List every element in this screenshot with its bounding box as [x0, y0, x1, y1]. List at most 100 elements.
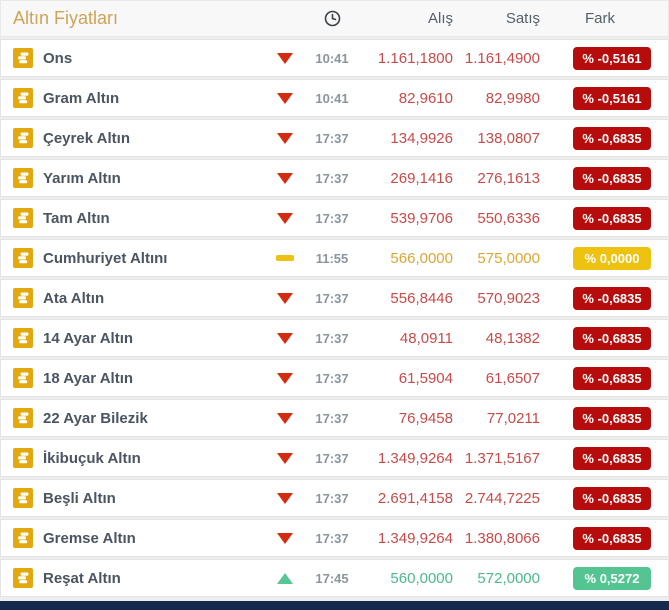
trend-icon — [277, 173, 293, 184]
buy-price: 61,5904 — [362, 370, 457, 387]
table-row[interactable]: Gremse Altın 17:37 1.349,9264 1.380,8066… — [0, 519, 669, 557]
table-row[interactable]: Ata Altın 17:37 556,8446 570,9023 % -0,6… — [0, 279, 669, 317]
clock-icon — [324, 10, 341, 27]
change-badge: % -0,6835 — [573, 287, 651, 310]
gold-coin-icon — [13, 168, 33, 188]
table-row[interactable]: 22 Ayar Bilezik 17:37 76,9458 77,0211 % … — [0, 399, 669, 437]
change-badge: % -0,6835 — [573, 407, 651, 430]
buy-price: 560,0000 — [362, 570, 457, 587]
widget-title: Altın Fiyatları — [13, 8, 268, 29]
buy-price: 539,9706 — [362, 210, 457, 227]
table-row[interactable]: Reşat Altın 17:45 560,0000 572,0000 % 0,… — [0, 559, 669, 597]
trend-icon — [277, 493, 293, 504]
buy-price: 1.161,1800 — [362, 50, 457, 67]
sell-price: 1.371,5167 — [457, 450, 542, 467]
gold-coin-icon — [13, 408, 33, 428]
sell-price: 2.744,7225 — [457, 490, 542, 507]
update-time: 10:41 — [302, 51, 362, 66]
buy-price: 1.349,9264 — [362, 450, 457, 467]
update-time: 17:37 — [302, 331, 362, 346]
table-row[interactable]: Çeyrek Altın 17:37 134,9926 138,0807 % -… — [0, 119, 669, 157]
instrument-name: Cumhuriyet Altını — [43, 250, 268, 267]
change-badge: % -0,6835 — [573, 327, 651, 350]
instrument-name: Ata Altın — [43, 290, 268, 307]
change-badge: % -0,6835 — [573, 167, 651, 190]
gold-coin-icon — [13, 328, 33, 348]
sell-price: 61,6507 — [457, 370, 542, 387]
buy-price: 269,1416 — [362, 170, 457, 187]
instrument-name: Tam Altın — [43, 210, 268, 227]
column-header-change: Fark — [542, 10, 668, 27]
sell-price: 572,0000 — [457, 570, 542, 587]
buy-price: 1.349,9264 — [362, 530, 457, 547]
table-header: Altın Fiyatları Alış Satış Fark — [0, 0, 669, 37]
column-header-buy: Alış — [362, 10, 457, 27]
footer-bar — [0, 601, 669, 610]
gold-coin-icon — [13, 448, 33, 468]
table-row[interactable]: İkibuçuk Altın 17:37 1.349,9264 1.371,51… — [0, 439, 669, 477]
update-time: 17:37 — [302, 211, 362, 226]
gold-coin-icon — [13, 568, 33, 588]
change-badge: % -0,6835 — [573, 367, 651, 390]
gold-coin-icon — [13, 368, 33, 388]
sell-price: 550,6336 — [457, 210, 542, 227]
table-row[interactable]: Ons 10:41 1.161,1800 1.161,4900 % -0,516… — [0, 39, 669, 77]
sell-price: 77,0211 — [457, 410, 542, 427]
buy-price: 2.691,4158 — [362, 490, 457, 507]
gold-coin-icon — [13, 528, 33, 548]
update-time: 17:37 — [302, 451, 362, 466]
update-time: 17:37 — [302, 291, 362, 306]
table-row[interactable]: Gram Altın 10:41 82,9610 82,9980 % -0,51… — [0, 79, 669, 117]
update-time: 17:37 — [302, 411, 362, 426]
column-header-sell: Satış — [457, 10, 542, 27]
update-time: 17:37 — [302, 171, 362, 186]
buy-price: 48,0911 — [362, 330, 457, 347]
trend-icon — [277, 333, 293, 344]
trend-icon — [277, 133, 293, 144]
sell-price: 138,0807 — [457, 130, 542, 147]
instrument-name: 22 Ayar Bilezik — [43, 410, 268, 427]
gold-coin-icon — [13, 288, 33, 308]
update-time: 11:55 — [302, 251, 362, 266]
trend-icon — [277, 453, 293, 464]
instrument-name: Gremse Altın — [43, 530, 268, 547]
instrument-name: İkibuçuk Altın — [43, 450, 268, 467]
table-row[interactable]: Tam Altın 17:37 539,9706 550,6336 % -0,6… — [0, 199, 669, 237]
table-row[interactable]: Beşli Altın 17:37 2.691,4158 2.744,7225 … — [0, 479, 669, 517]
table-row[interactable]: 18 Ayar Altın 17:37 61,5904 61,6507 % -0… — [0, 359, 669, 397]
sell-price: 82,9980 — [457, 90, 542, 107]
instrument-name: 14 Ayar Altın — [43, 330, 268, 347]
change-badge: % -0,6835 — [573, 487, 651, 510]
update-time: 17:37 — [302, 131, 362, 146]
table-row[interactable]: Yarım Altın 17:37 269,1416 276,1613 % -0… — [0, 159, 669, 197]
trend-icon — [277, 533, 293, 544]
change-badge: % -0,6835 — [573, 447, 651, 470]
buy-price: 76,9458 — [362, 410, 457, 427]
trend-icon — [277, 213, 293, 224]
gold-coin-icon — [13, 48, 33, 68]
sell-price: 570,9023 — [457, 290, 542, 307]
update-time: 17:37 — [302, 371, 362, 386]
table-row[interactable]: 14 Ayar Altın 17:37 48,0911 48,1382 % -0… — [0, 319, 669, 357]
change-badge: % -0,5161 — [573, 47, 651, 70]
buy-price: 82,9610 — [362, 90, 457, 107]
buy-price: 556,8446 — [362, 290, 457, 307]
update-time: 10:41 — [302, 91, 362, 106]
sell-price: 1.380,8066 — [457, 530, 542, 547]
update-time: 17:37 — [302, 491, 362, 506]
change-badge: % -0,6835 — [573, 207, 651, 230]
gold-coin-icon — [13, 88, 33, 108]
instrument-name: 18 Ayar Altın — [43, 370, 268, 387]
update-time: 17:45 — [302, 571, 362, 586]
sell-price: 48,1382 — [457, 330, 542, 347]
buy-price: 566,0000 — [362, 250, 457, 267]
trend-icon — [277, 93, 293, 104]
gold-coin-icon — [13, 128, 33, 148]
instrument-name: Gram Altın — [43, 90, 268, 107]
update-time: 17:37 — [302, 531, 362, 546]
change-badge: % -0,6835 — [573, 527, 651, 550]
trend-icon — [277, 293, 293, 304]
gold-prices-widget: Altın Fiyatları Alış Satış Fark Ons — [0, 0, 669, 610]
trend-icon — [277, 573, 293, 584]
table-row[interactable]: Cumhuriyet Altını 11:55 566,0000 575,000… — [0, 239, 669, 277]
